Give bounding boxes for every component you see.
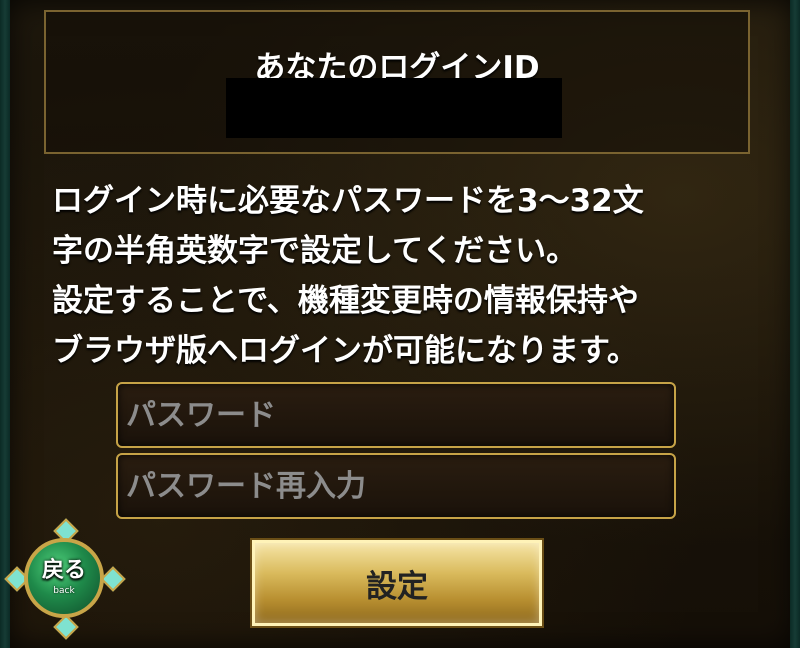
back-button-ornament: 戻る back [4, 518, 126, 640]
instruction-line: ブラウザ版へログインが可能になります。 [52, 333, 638, 369]
password-confirm-input[interactable] [116, 453, 676, 519]
back-button-label: 戻る [41, 558, 86, 583]
gem-icon [100, 566, 126, 592]
instruction-line: 字の半角英数字で設定してください。 [52, 233, 578, 269]
gem-icon [53, 614, 79, 640]
back-button-sublabel: back [53, 586, 75, 596]
set-password-button[interactable]: 設定 [252, 540, 542, 626]
background-frame: あなたのログインID ログイン時に必要なパスワードを3〜32文 字の半角英数字で… [0, 0, 800, 648]
right-border-ornament [790, 0, 800, 648]
back-button[interactable]: 戻る back [24, 538, 104, 618]
instruction-line: ログイン時に必要なパスワードを3〜32文 [52, 183, 644, 219]
password-input[interactable] [116, 382, 676, 448]
set-password-button-label: 設定 [366, 568, 428, 605]
instruction-text: ログイン時に必要なパスワードを3〜32文 字の半角英数字で設定してください。 設… [52, 176, 752, 376]
login-id-value-redacted [226, 78, 562, 138]
login-id-panel: あなたのログインID [44, 10, 750, 154]
instruction-line: 設定することで、機種変更時の情報保持や [52, 283, 639, 319]
